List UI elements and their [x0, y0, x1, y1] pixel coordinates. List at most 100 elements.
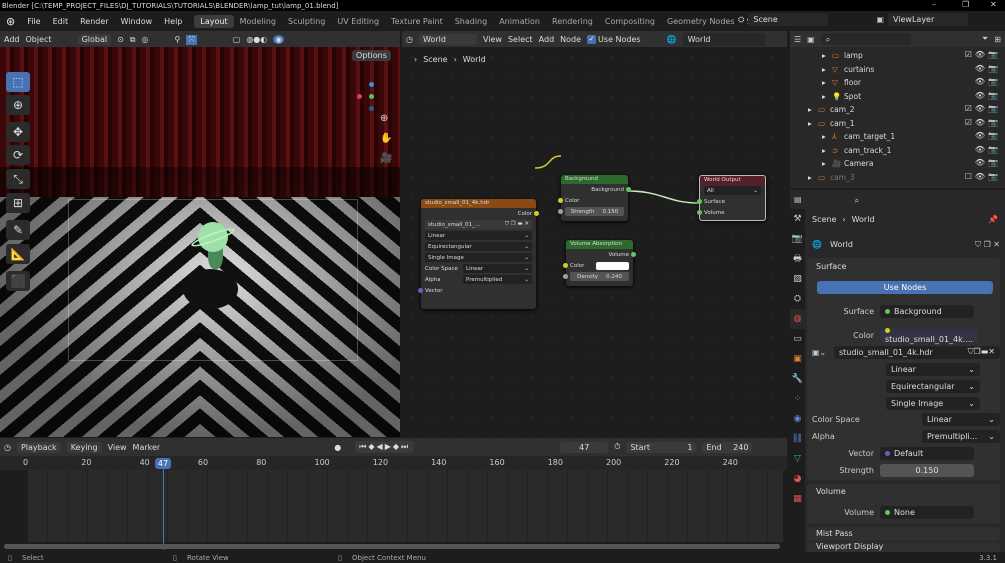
keying-menu[interactable]: Keying [66, 441, 102, 453]
snap-icon[interactable]: ⧉ [130, 35, 136, 45]
data-tab-icon[interactable]: ▽ [790, 449, 805, 469]
visibility-toggles[interactable]: 👁📷 [964, 158, 1001, 167]
visibility-toggles[interactable]: 👁📷 [964, 91, 1001, 100]
visibility-toggles[interactable]: 👁📷 [964, 145, 1001, 154]
interpolation-dropdown[interactable]: Linear ⌄ [425, 231, 532, 240]
expand-arrow-icon[interactable]: ▸ [822, 132, 826, 141]
auto-keying-icon[interactable]: ● [334, 443, 341, 452]
vector-field[interactable]: Default [880, 446, 974, 460]
proportional-icon[interactable]: ◎ [142, 35, 149, 44]
visibility-toggles[interactable]: 👁📷 [964, 64, 1001, 73]
volume-panel-header[interactable]: Volume [816, 487, 846, 496]
pivot-icon[interactable]: ⊙ [117, 35, 124, 44]
shading-solid-icon[interactable]: ◍●◐ [246, 35, 267, 44]
visibility-toggles[interactable]: ☐👁📷 [965, 172, 1001, 181]
expand-arrow-icon[interactable]: ▸ [822, 146, 826, 155]
alpha-dropdown[interactable]: Premultiplied ⌄ [463, 275, 532, 284]
workspace-tab-geometry-nodes[interactable]: Geometry Nodes [661, 15, 740, 28]
start-frame-field[interactable]: Start 1 [626, 441, 697, 453]
expand-arrow-icon[interactable]: ▸ [822, 159, 826, 168]
object-tab-icon[interactable]: ▣ [790, 349, 805, 369]
node-editor[interactable]: › Scene › World studio_small_01_4k.hdr Colo… [402, 47, 787, 437]
options-dropdown[interactable]: Options [352, 50, 391, 61]
expand-arrow-icon[interactable]: ▸ [808, 173, 812, 182]
view-menu[interactable]: View [108, 443, 127, 452]
scene-tab-icon[interactable]: ⛭ [790, 289, 805, 309]
pin-icon[interactable]: 📌 [988, 215, 998, 224]
outliner-item[interactable]: ▸ ▽ floor 👁📷 [790, 76, 1005, 90]
modifier-tab-icon[interactable]: 🔧 [790, 369, 805, 389]
strength-slider[interactable]: Strength 0.150 [565, 207, 624, 216]
new-collection-icon[interactable]: ⊞ [994, 35, 1001, 44]
projection-dropdown[interactable]: Equirectangular ⌄ [886, 379, 980, 393]
color-swatch[interactable] [596, 261, 629, 270]
world-selector[interactable]: World [682, 33, 765, 46]
filter-view-icon[interactable]: ▣ [807, 35, 815, 44]
expand-arrow-icon[interactable]: ▸ [822, 78, 826, 87]
outliner-item[interactable]: ▸ ▽ curtains 👁📷 [790, 63, 1005, 77]
shader-type-dropdown[interactable]: World [418, 34, 477, 45]
timeline-tracks[interactable] [28, 470, 783, 542]
color-space-dropdown[interactable]: Linear ⌄ [922, 412, 1000, 426]
world-icon[interactable]: 🌐 [812, 240, 822, 249]
pan-hand-icon[interactable]: ✋ [380, 133, 392, 144]
view-layer-icon[interactable]: ▣ [876, 15, 884, 24]
node-menu[interactable]: Node [560, 35, 581, 44]
image-datablock[interactable]: studio_small_01_4k.hdr ⛉❐▬✕ [834, 345, 1000, 359]
image-selector[interactable]: studio_small_01_... ⛉ ❐ ▬ ✕ [425, 220, 532, 229]
outliner-item[interactable]: ▸ ⊃ cam_track_1 👁📷 [790, 144, 1005, 158]
display-mode-icon[interactable]: ☰ [794, 35, 801, 44]
outliner[interactable]: ☰ ▣ ⌕ ⏷ ⊞ ▸ ▭ lamp ☑👁📷 ▸ ▽ curtains 👁📷 ▸ ▽ floor … [790, 31, 1005, 188]
volume-field[interactable]: None [880, 505, 974, 519]
mist-pass-header[interactable]: Mist Pass [816, 529, 853, 538]
gizmo-icon[interactable]: ⚲ [175, 35, 181, 44]
menu-render[interactable]: Render [74, 17, 114, 26]
navigation-gizmo[interactable] [357, 82, 387, 112]
playback-menu[interactable]: Playback [16, 441, 61, 453]
transform-tool[interactable]: ⊞ [6, 193, 30, 213]
playhead-line[interactable] [163, 462, 164, 550]
horizontal-scrollbar[interactable] [4, 544, 780, 549]
add-menu[interactable]: Add [4, 35, 20, 44]
menu-window[interactable]: Window [115, 17, 159, 26]
workspace-tab-shading[interactable]: Shading [449, 15, 494, 28]
color-field[interactable]: studio_small_01_4k.... [880, 328, 978, 344]
object-menu[interactable]: Object [26, 35, 52, 44]
scene-icon[interactable]: ⛭ [738, 15, 744, 25]
source-dropdown[interactable]: Single Image ⌄ [886, 396, 980, 410]
workspace-tab-uv-editing[interactable]: UV Editing [331, 15, 385, 28]
projection-dropdown[interactable]: Equirectangular ⌄ [425, 242, 532, 251]
material-tab-icon[interactable]: ◕ [790, 469, 805, 489]
outliner-item[interactable]: ▸ ⅄ cam_target_1 👁📷 [790, 130, 1005, 144]
expand-arrow-icon[interactable]: ▸ [822, 92, 826, 101]
scene-selector[interactable]: Scene [748, 13, 829, 26]
surface-field[interactable]: Background [880, 304, 974, 318]
surface-panel-header[interactable]: Surface [816, 262, 846, 271]
expand-arrow-icon[interactable]: ▸ [822, 65, 826, 74]
workspace-tab-texture-paint[interactable]: Texture Paint [385, 15, 449, 28]
visibility-toggles[interactable]: ☑👁📷 [965, 50, 1001, 59]
properties-search[interactable]: ⌕ [849, 193, 928, 206]
stopwatch-icon[interactable]: ⏱ [614, 442, 620, 452]
alpha-dropdown[interactable]: Premultipli... ⌄ [922, 429, 1000, 443]
frame-ruler[interactable]: 0 20 40 60 80 100 120 140 160 180 200 220 240 [0, 456, 787, 470]
workspace-tab-animation[interactable]: Animation [493, 15, 546, 28]
workspace-tab-rendering[interactable]: Rendering [546, 15, 599, 28]
move-tool[interactable]: ✥ [6, 122, 30, 142]
outliner-item[interactable]: ▸ ▭ cam_3 ☐👁📷 [790, 171, 1005, 185]
workspace-tab-modeling[interactable]: Modeling [234, 15, 282, 28]
view-menu[interactable]: View [483, 35, 502, 44]
playhead-frame[interactable]: 47 [155, 458, 171, 469]
constraints-tab-icon[interactable]: ⛓ [790, 429, 805, 449]
density-slider[interactable]: Density 0.240 [570, 272, 629, 281]
viewport-display-header[interactable]: Viewport Display [816, 542, 883, 552]
outliner-search[interactable]: ⌕ [820, 33, 911, 45]
visibility-toggles[interactable]: ☑👁📷 [965, 118, 1001, 127]
strength-slider[interactable]: 0.150 [880, 463, 974, 477]
outliner-item[interactable]: ▸ 💡 Spot 👁📷 [790, 90, 1005, 104]
add-cube-tool[interactable]: ⬛ [6, 271, 30, 291]
image-texture-node[interactable]: studio_small_01_4k.hdr Color studio_smal… [418, 199, 539, 309]
visibility-toggles[interactable]: 👁📷 [964, 77, 1001, 86]
marker-menu[interactable]: Marker [133, 443, 161, 452]
source-dropdown[interactable]: Single Image ⌄ [425, 253, 532, 262]
